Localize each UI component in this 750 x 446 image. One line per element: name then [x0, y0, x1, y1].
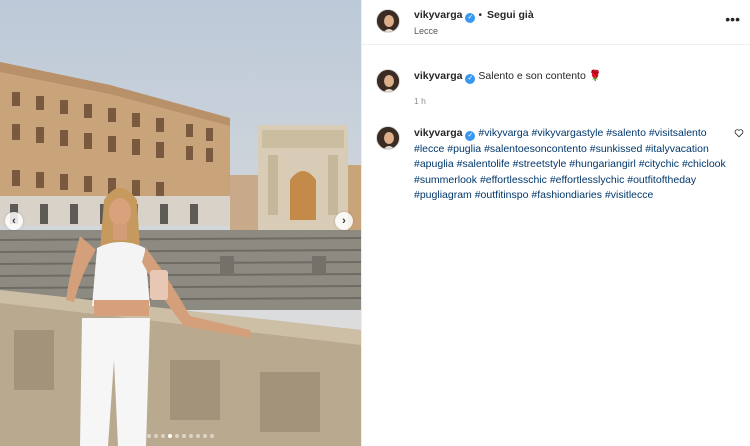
carousel-dot [196, 434, 200, 438]
hashtag-link[interactable]: #visitlecce [605, 189, 653, 201]
hashtag-link[interactable]: #fashiondiaries [531, 189, 602, 201]
carousel-dot [161, 434, 165, 438]
post-sidebar: vikyvarga ✓ • Segui già Lecce ••• vikyvarga… [361, 0, 750, 446]
carousel-dot [203, 434, 207, 438]
follow-button[interactable]: Segui già [487, 9, 534, 21]
hashtag-link[interactable]: #puglia [447, 143, 481, 155]
chevron-left-icon[interactable]: ‹ [5, 212, 23, 230]
more-options-icon[interactable]: ••• [725, 11, 740, 27]
hashtag-link[interactable]: #pugliagram [414, 189, 472, 201]
header-row: vikyvarga ✓ • Segui già [414, 9, 534, 23]
like-comment-heart-icon[interactable] [734, 128, 744, 138]
carousel-indicator [0, 434, 361, 438]
caption-avatar[interactable] [376, 69, 400, 93]
carousel-dot [182, 434, 186, 438]
verified-badge-icon: ✓ [465, 131, 476, 141]
carousel-dot [168, 434, 172, 438]
hashtag-link[interactable]: #hungariangirl [569, 158, 636, 170]
post-time: 1 h [414, 96, 426, 106]
hashtag-link[interactable]: #effortlesslychic [550, 174, 625, 186]
hashtag-link[interactable]: #visitsalento [649, 127, 707, 139]
hashtag-link[interactable]: #apuglia [414, 158, 454, 170]
caption: vikyvarga ✓ Salento e son contento 🌹 [414, 69, 602, 84]
carousel-dot [175, 434, 179, 438]
caption-text: Salento e son contento [478, 70, 586, 82]
hashtag-link[interactable]: #salentolife [457, 158, 510, 170]
separator: • [478, 10, 482, 21]
caption-username[interactable]: vikyvarga [414, 70, 462, 82]
post-photo [0, 0, 361, 446]
verified-badge-icon: ✓ [465, 74, 476, 84]
verified-badge-icon: ✓ [465, 13, 476, 23]
carousel-dot [147, 434, 151, 438]
hashtag-link[interactable]: #outfitoftheday [627, 174, 696, 186]
chevron-right-icon[interactable]: › [335, 212, 353, 230]
hashtag-link[interactable]: #outfitinspo [475, 189, 529, 201]
carousel-dot [154, 434, 158, 438]
hashtag-link[interactable]: #salentoesoncontento [484, 143, 587, 155]
rose-emoji: 🌹 [588, 70, 602, 82]
post-view: ‹ › vikyvarga ✓ • Segui già Lecce ••• vikyv… [0, 0, 750, 446]
location-link[interactable]: Lecce [414, 26, 438, 36]
hashtag-link[interactable]: #citychic [639, 158, 679, 170]
hashtag-link[interactable]: #streetstyle [513, 158, 567, 170]
carousel-dot [189, 434, 193, 438]
post-media[interactable]: ‹ › [0, 0, 361, 446]
hashtag-link[interactable]: #italyvacation [645, 143, 709, 155]
avatar[interactable] [376, 9, 400, 33]
carousel-dot [210, 434, 214, 438]
hashtag-link[interactable]: #sunkissed [590, 143, 643, 155]
hashtag-comment: vikyvarga ✓ #vikyvarga #vikyvargastyle #s… [414, 126, 732, 204]
hashtag-link[interactable]: #vikyvarga [478, 127, 528, 139]
username-link[interactable]: vikyvarga [414, 9, 462, 21]
hashtag-link[interactable]: #vikyvargastyle [532, 127, 604, 139]
hashtag-link[interactable]: #effortlesschic [480, 174, 547, 186]
hashtag-link[interactable]: #chiclook [682, 158, 726, 170]
comment-avatar[interactable] [376, 126, 400, 150]
post-header: vikyvarga ✓ • Segui già Lecce ••• [362, 0, 750, 45]
hashtag-link[interactable]: #summerlook [414, 174, 477, 186]
hashtag-link[interactable]: #lecce [414, 143, 444, 155]
comment-username[interactable]: vikyvarga [414, 127, 462, 139]
hashtag-link[interactable]: #salento [606, 127, 646, 139]
